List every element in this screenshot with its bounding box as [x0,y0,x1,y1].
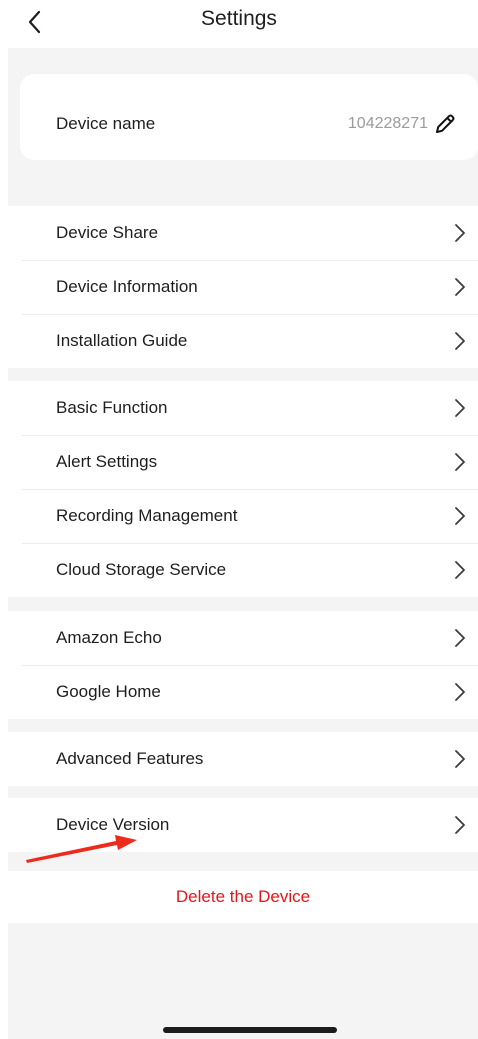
row-label: Device Version [56,815,170,834]
installation-guide-row[interactable]: Installation Guide [8,314,478,368]
amazon-echo-row[interactable]: Amazon Echo [8,611,478,665]
settings-group-sharing: Device Share Device Information Installa… [8,206,478,368]
device-share-row[interactable]: Device Share [8,206,478,260]
advanced-features-row[interactable]: Advanced Features [8,732,478,786]
settings-group-functions: Basic Function Alert Settings Recording … [8,381,478,597]
chevron-right-icon [455,750,465,768]
top-bar: Settings [0,0,478,48]
home-indicator [163,1027,337,1033]
recording-management-row[interactable]: Recording Management [8,489,478,543]
chevron-right-icon [455,278,465,296]
row-label: Installation Guide [56,331,188,350]
row-label: Amazon Echo [56,628,162,647]
chevron-right-icon [455,816,465,834]
chevron-right-icon [455,399,465,417]
settings-group-version: Device Version [8,798,478,852]
device-information-row[interactable]: Device Information [8,260,478,314]
row-label: Alert Settings [56,452,158,471]
chevron-right-icon [455,224,465,242]
chevron-right-icon [455,629,465,647]
alert-settings-row[interactable]: Alert Settings [8,435,478,489]
row-label: Device Share [56,223,159,242]
device-version-row[interactable]: Device Version [8,798,478,852]
chevron-right-icon [455,561,465,579]
cloud-storage-service-row[interactable]: Cloud Storage Service [8,543,478,597]
google-home-row[interactable]: Google Home [8,665,478,719]
chevron-right-icon [455,332,465,350]
delete-section: Delete the Device [8,871,478,923]
row-label: Recording Management [56,506,238,525]
basic-function-row[interactable]: Basic Function [8,381,478,435]
row-label: Advanced Features [56,749,204,768]
page-title: Settings [201,7,277,30]
row-label: Google Home [56,682,161,701]
chevron-right-icon [455,453,465,471]
chevron-right-icon [455,683,465,701]
device-name-value: 104228271 [347,115,428,132]
row-label: Cloud Storage Service [56,560,227,579]
row-label: Basic Function [56,398,168,417]
settings-group-advanced: Advanced Features [8,732,478,786]
pencil-icon[interactable] [432,111,458,137]
settings-group-integrations: Amazon Echo Google Home [8,611,478,719]
device-name-label: Device name [56,114,156,133]
settings-content: Device name 104228271 Device Share Devic… [8,48,478,1039]
chevron-right-icon [455,507,465,525]
delete-device-button[interactable]: Delete the Device [8,871,478,923]
device-name-card[interactable]: Device name 104228271 [20,74,478,160]
row-label: Device Information [56,277,198,296]
